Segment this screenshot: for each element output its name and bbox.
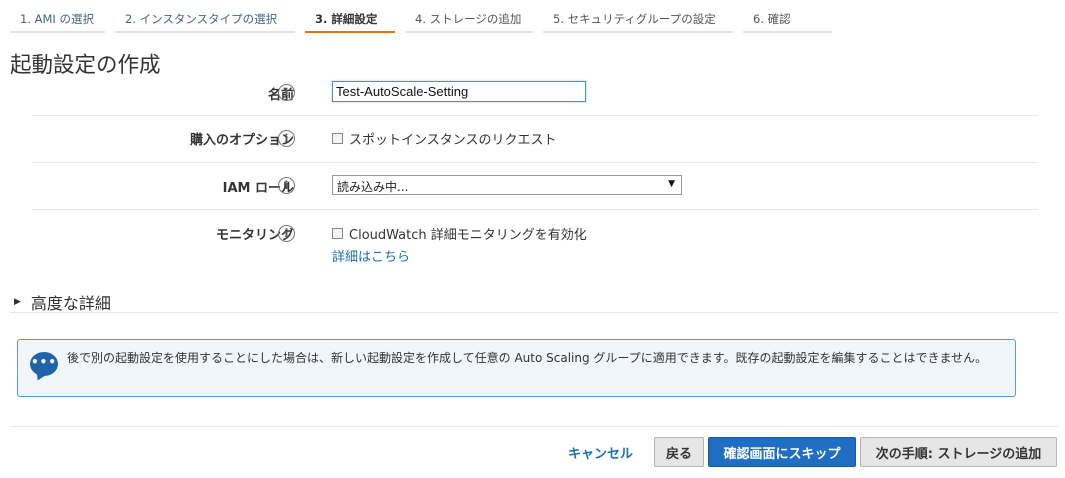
back-button[interactable]: 戻る	[654, 437, 704, 467]
info-notice: ••• 後で別の起動設定を使用することにした場合は、新しい起動設定を作成して任意…	[17, 339, 1016, 397]
iam-role-selected-value: 読み込み中...	[337, 180, 409, 194]
dropdown-arrow-icon: ▼	[668, 179, 675, 189]
purchase-option-info-icon[interactable]: i	[278, 130, 295, 147]
wizard-step-storage[interactable]: 4. ストレージの追加	[405, 0, 533, 33]
chat-bubble-icon: •••	[30, 352, 58, 376]
iam-role-info-icon[interactable]: i	[278, 177, 295, 194]
cancel-button[interactable]: キャンセル	[568, 443, 633, 462]
skip-to-review-button[interactable]: 確認画面にスキップ	[708, 437, 856, 467]
name-info-icon[interactable]: i	[278, 84, 295, 101]
iam-role-row: IAM ロール i 読み込み中... ▼	[32, 163, 1038, 210]
monitoring-details-link[interactable]: 詳細はこちら	[332, 246, 410, 265]
wizard-step-details[interactable]: 3. 詳細設定	[305, 0, 395, 33]
monitoring-info-icon[interactable]: i	[278, 225, 295, 242]
divider	[10, 426, 1058, 427]
spot-instance-label: スポットインスタンスのリクエスト	[349, 133, 557, 148]
spot-instance-checkbox[interactable]	[332, 133, 343, 144]
spot-instance-option[interactable]: スポットインスタンスのリクエスト	[332, 129, 556, 148]
name-row: 名前 i	[32, 70, 1038, 116]
info-notice-text: 後で別の起動設定を使用することにした場合は、新しい起動設定を作成して任意の Au…	[67, 351, 988, 365]
wizard-step-instance-type[interactable]: 2. インスタンスタイプの選択	[115, 0, 295, 33]
monitoring-row: モニタリング i CloudWatch 詳細モニタリングを有効化 詳細はこちら	[32, 210, 1038, 270]
iam-role-select[interactable]: 読み込み中... ▼	[332, 175, 682, 195]
detailed-monitoring-label: CloudWatch 詳細モニタリングを有効化	[349, 228, 587, 243]
advanced-details-label: 高度な詳細	[30, 294, 111, 313]
divider	[10, 312, 1058, 313]
detailed-monitoring-checkbox[interactable]	[332, 228, 343, 239]
caret-right-icon: ▶	[14, 297, 21, 307]
name-input[interactable]	[332, 81, 586, 102]
wizard-step-security-group[interactable]: 5. セキュリティグループの設定	[543, 0, 733, 33]
detailed-monitoring-option[interactable]: CloudWatch 詳細モニタリングを有効化	[332, 224, 587, 243]
next-step-button[interactable]: 次の手順: ストレージの追加	[860, 437, 1057, 467]
purchase-option-row: 購入のオプション i スポットインスタンスのリクエスト	[32, 116, 1038, 163]
wizard-steps: 1. AMI の選択 2. インスタンスタイプの選択 3. 詳細設定 4. スト…	[10, 0, 842, 33]
advanced-details-toggle[interactable]: ▶ 高度な詳細	[14, 290, 111, 314]
wizard-step-ami[interactable]: 1. AMI の選択	[10, 0, 105, 33]
wizard-step-review[interactable]: 6. 確認	[743, 0, 832, 33]
